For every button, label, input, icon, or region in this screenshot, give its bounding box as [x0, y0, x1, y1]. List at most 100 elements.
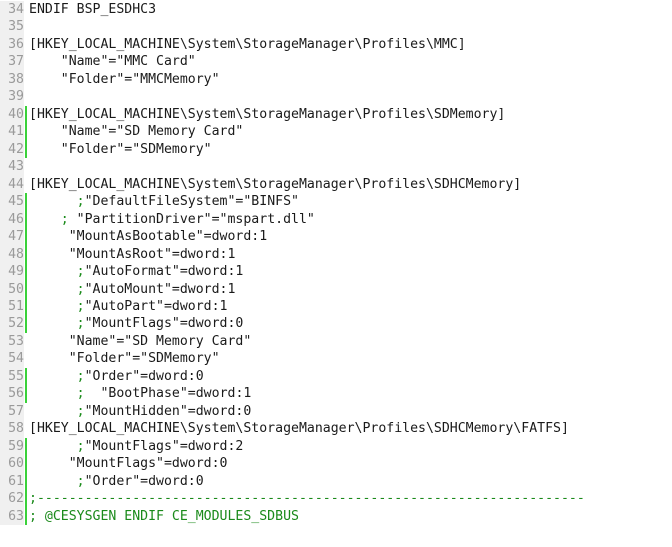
- code-text: "PartitionDriver"="mspart.dll": [76, 211, 315, 227]
- comment-semicolon: ;: [29, 281, 85, 297]
- code-line-text[interactable]: ;"MountFlags"=dword:2: [29, 438, 244, 455]
- code-line-text[interactable]: "MountFlags"=dword:0: [29, 455, 228, 472]
- code-line[interactable]: 57 ;"MountHidden"=dword:0: [0, 402, 672, 421]
- modified-line-marker: [25, 1, 27, 18]
- code-line-text[interactable]: "Folder"="SDMemory": [29, 350, 220, 367]
- code-line[interactable]: 41 "Name"="SD Memory Card": [0, 123, 672, 141]
- code-line-text[interactable]: [HKEY_LOCAL_MACHINE\System\StorageManage…: [29, 36, 466, 53]
- code-text: "Order"=dword:0: [84, 368, 204, 384]
- code-line[interactable]: 58 [HKEY_LOCAL_MACHINE\System\StorageMana…: [0, 420, 672, 438]
- code-line-list: 34 ENDIF BSP_ESDHC3 35 36 [HKEY_LOCAL_MACHIN…: [0, 0, 672, 526]
- modified-line-marker: [25, 71, 27, 88]
- code-line-text[interactable]: ;---------------------------------------…: [29, 490, 585, 507]
- modified-line-marker: [25, 297, 27, 316]
- line-number: 43: [0, 158, 24, 176]
- modified-line-marker: [25, 333, 27, 350]
- code-line-text[interactable]: ;"AutoFormat"=dword:1: [29, 263, 244, 280]
- code-line-text[interactable]: ; "PartitionDriver"="mspart.dll": [29, 211, 315, 228]
- code-line[interactable]: 53 "Name"="SD Memory Card": [0, 332, 672, 351]
- code-text: "Folder"="MMCMemory": [29, 71, 220, 87]
- code-line[interactable]: 35: [0, 18, 672, 36]
- comment-semicolon: ;: [29, 438, 85, 454]
- code-line-text[interactable]: [HKEY_LOCAL_MACHINE\System\StorageManage…: [29, 176, 521, 193]
- modified-line-marker: [25, 123, 27, 141]
- code-editor[interactable]: 34 ENDIF BSP_ESDHC3 35 36 [HKEY_LOCAL_MACHIN…: [0, 0, 672, 547]
- code-line[interactable]: 37 "Name"="MMC Card": [0, 53, 672, 71]
- line-number: 54: [0, 350, 24, 368]
- code-text: "AutoFormat"=dword:1: [84, 264, 244, 280]
- code-line[interactable]: 38 "Folder"="MMCMemory": [0, 70, 672, 89]
- code-text: "MountFlags"=dword:2: [84, 438, 244, 454]
- code-line[interactable]: 42 "Folder"="SDMemory": [0, 140, 672, 159]
- comment-semicolon: ;: [29, 316, 85, 332]
- code-line[interactable]: 34 ENDIF BSP_ESDHC3: [0, 1, 672, 19]
- modified-line-marker: [25, 176, 27, 193]
- code-text: "MountAsRoot"=dword:1: [29, 246, 236, 262]
- code-line[interactable]: 52 ;"MountFlags"=dword:0: [0, 315, 672, 333]
- code-line[interactable]: 47 "MountAsBootable"=dword:1: [0, 228, 672, 246]
- code-text: [HKEY_LOCAL_MACHINE\System\StorageManage…: [29, 421, 569, 437]
- code-line[interactable]: 43: [0, 158, 672, 176]
- code-line-text[interactable]: "Folder"="MMCMemory": [29, 71, 220, 88]
- modified-line-marker: [25, 507, 27, 526]
- code-line[interactable]: 50 ;"AutoMount"=dword:1: [0, 280, 672, 298]
- code-line-text[interactable]: "Name"="SD Memory Card": [29, 123, 244, 140]
- code-line[interactable]: 40 [HKEY_LOCAL_MACHINE\System\StorageMana…: [0, 105, 672, 124]
- modified-line-marker: [25, 210, 27, 229]
- code-line-text[interactable]: ;"MountHidden"=dword:0: [29, 403, 252, 420]
- modified-line-marker: [25, 350, 27, 367]
- code-line[interactable]: 49 ;"AutoFormat"=dword:1: [0, 263, 672, 281]
- code-line[interactable]: 62 ;-------------------------------------…: [0, 490, 672, 508]
- code-line-text[interactable]: ;"Order"=dword:0: [29, 368, 204, 385]
- code-line-text[interactable]: ; "BootPhase"=dword:1: [29, 385, 252, 402]
- code-line[interactable]: 48 "MountAsRoot"=dword:1: [0, 245, 672, 264]
- comment-semicolon: ;: [29, 403, 85, 419]
- code-line[interactable]: 46 ; "PartitionDriver"="mspart.dll": [0, 210, 672, 229]
- code-text: "MountFlags"=dword:0: [29, 456, 228, 472]
- modified-line-marker: [25, 403, 27, 420]
- code-line[interactable]: 45 ;"DefaultFileSystem"="BINFS": [0, 193, 672, 211]
- modified-line-marker: [25, 490, 27, 508]
- code-line-text[interactable]: ;"Order"=dword:0: [29, 473, 204, 490]
- code-line-text[interactable]: ENDIF BSP_ESDHC3: [29, 1, 156, 18]
- code-line[interactable]: 36 [HKEY_LOCAL_MACHINE\System\StorageMana…: [0, 35, 672, 54]
- code-line[interactable]: 63 ; @CESYSGEN ENDIF CE_MODULES_SDBUS: [0, 507, 672, 526]
- line-number: 49: [0, 263, 24, 281]
- code-line-text[interactable]: [HKEY_LOCAL_MACHINE\System\StorageManage…: [29, 106, 505, 123]
- code-line-text[interactable]: "MountAsBootable"=dword:1: [29, 228, 268, 245]
- code-line-text[interactable]: "MountAsRoot"=dword:1: [29, 246, 236, 263]
- code-line[interactable]: 39: [0, 88, 672, 106]
- modified-line-marker: [25, 36, 27, 53]
- code-line[interactable]: 51 ;"AutoPart"=dword:1: [0, 297, 672, 316]
- code-line[interactable]: 55 ;"Order"=dword:0: [0, 367, 672, 386]
- code-line-text[interactable]: "Name"="SD Memory Card": [29, 333, 252, 350]
- code-text: "MountHidden"=dword:0: [84, 403, 252, 419]
- code-line[interactable]: 44 [HKEY_LOCAL_MACHINE\System\StorageMana…: [0, 175, 672, 194]
- code-line-text[interactable]: "Name"="MMC Card": [29, 53, 196, 70]
- code-line-text[interactable]: [HKEY_LOCAL_MACHINE\System\StorageManage…: [29, 420, 569, 437]
- code-line-text[interactable]: ;"AutoMount"=dword:1: [29, 281, 236, 298]
- code-line-text[interactable]: ; @CESYSGEN ENDIF CE_MODULES_SDBUS: [29, 508, 299, 525]
- code-line[interactable]: 59 ;"MountFlags"=dword:2: [0, 437, 672, 456]
- code-line[interactable]: 61 ;"Order"=dword:0: [0, 472, 672, 491]
- line-number: 53: [0, 332, 24, 351]
- code-line[interactable]: 54 "Folder"="SDMemory": [0, 350, 672, 368]
- line-number: 58: [0, 420, 24, 438]
- line-number: 56: [0, 385, 24, 403]
- code-line[interactable]: 60 "MountFlags"=dword:0: [0, 455, 672, 473]
- code-text: "Name"="MMC Card": [29, 54, 196, 70]
- comment-text: ;---------------------------------------…: [29, 491, 585, 507]
- code-line-text[interactable]: ;"AutoPart"=dword:1: [29, 298, 228, 315]
- code-line-text[interactable]: "Folder"="SDMemory": [29, 141, 212, 158]
- line-number: 61: [0, 472, 24, 491]
- line-number: 50: [0, 280, 24, 298]
- modified-line-marker: [25, 245, 27, 264]
- code-line-text[interactable]: ;"DefaultFileSystem"="BINFS": [29, 193, 299, 210]
- comment-semicolon: ;: [29, 386, 93, 402]
- code-line-text[interactable]: ;"MountFlags"=dword:0: [29, 315, 244, 332]
- modified-line-marker: [25, 193, 27, 211]
- code-line[interactable]: 56 ; "BootPhase"=dword:1: [0, 385, 672, 403]
- modified-line-marker: [25, 280, 27, 298]
- modified-line-marker: [25, 88, 27, 105]
- modified-line-marker: [25, 158, 27, 175]
